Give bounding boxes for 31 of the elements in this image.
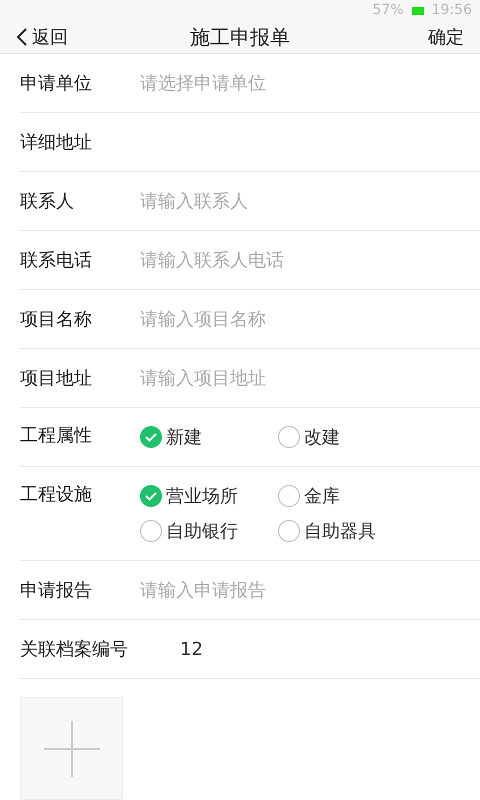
- field-label: 申请单位: [20, 72, 93, 96]
- option[interactable]: 改建: [278, 422, 416, 452]
- field-label: 工程属性: [20, 424, 93, 448]
- option[interactable]: 金库: [278, 481, 416, 511]
- field-label: 项目名称: [20, 308, 93, 332]
- page-title: 施工申报单: [190, 24, 290, 51]
- clock: 19:56: [432, 1, 472, 20]
- battery-icon: [412, 6, 424, 14]
- input-field[interactable]: 请输入申请报告: [140, 570, 480, 610]
- option[interactable]: 新建: [140, 422, 278, 452]
- field-label: 关联档案编号: [20, 638, 129, 662]
- field-label: 申请报告: [20, 578, 93, 602]
- input-field[interactable]: 请输入联系人电话: [140, 240, 480, 280]
- back-button[interactable]: 返回: [16, 24, 106, 50]
- input-field[interactable]: 请输入项目地址: [140, 358, 480, 398]
- option[interactable]: 营业场所: [140, 481, 278, 511]
- field-label: 联系电话: [20, 248, 93, 272]
- back-icon: [16, 27, 28, 47]
- option[interactable]: 自助银行: [140, 516, 278, 546]
- option[interactable]: 自助器具: [278, 516, 416, 546]
- confirm-button[interactable]: 确定: [374, 24, 464, 50]
- input-field[interactable]: 请输入项目名称: [140, 299, 480, 339]
- plus-icon: [44, 720, 100, 776]
- field-label: 工程设施: [20, 483, 93, 507]
- field-label: 详细地址: [20, 130, 93, 154]
- input-field[interactable]: 请输入联系人: [140, 181, 480, 221]
- field-label: 联系人: [20, 190, 75, 214]
- field-label: 项目地址: [20, 366, 93, 390]
- input-field[interactable]: 12: [180, 629, 480, 669]
- battery-level: 57%: [372, 1, 404, 20]
- add-image-button[interactable]: [20, 697, 123, 800]
